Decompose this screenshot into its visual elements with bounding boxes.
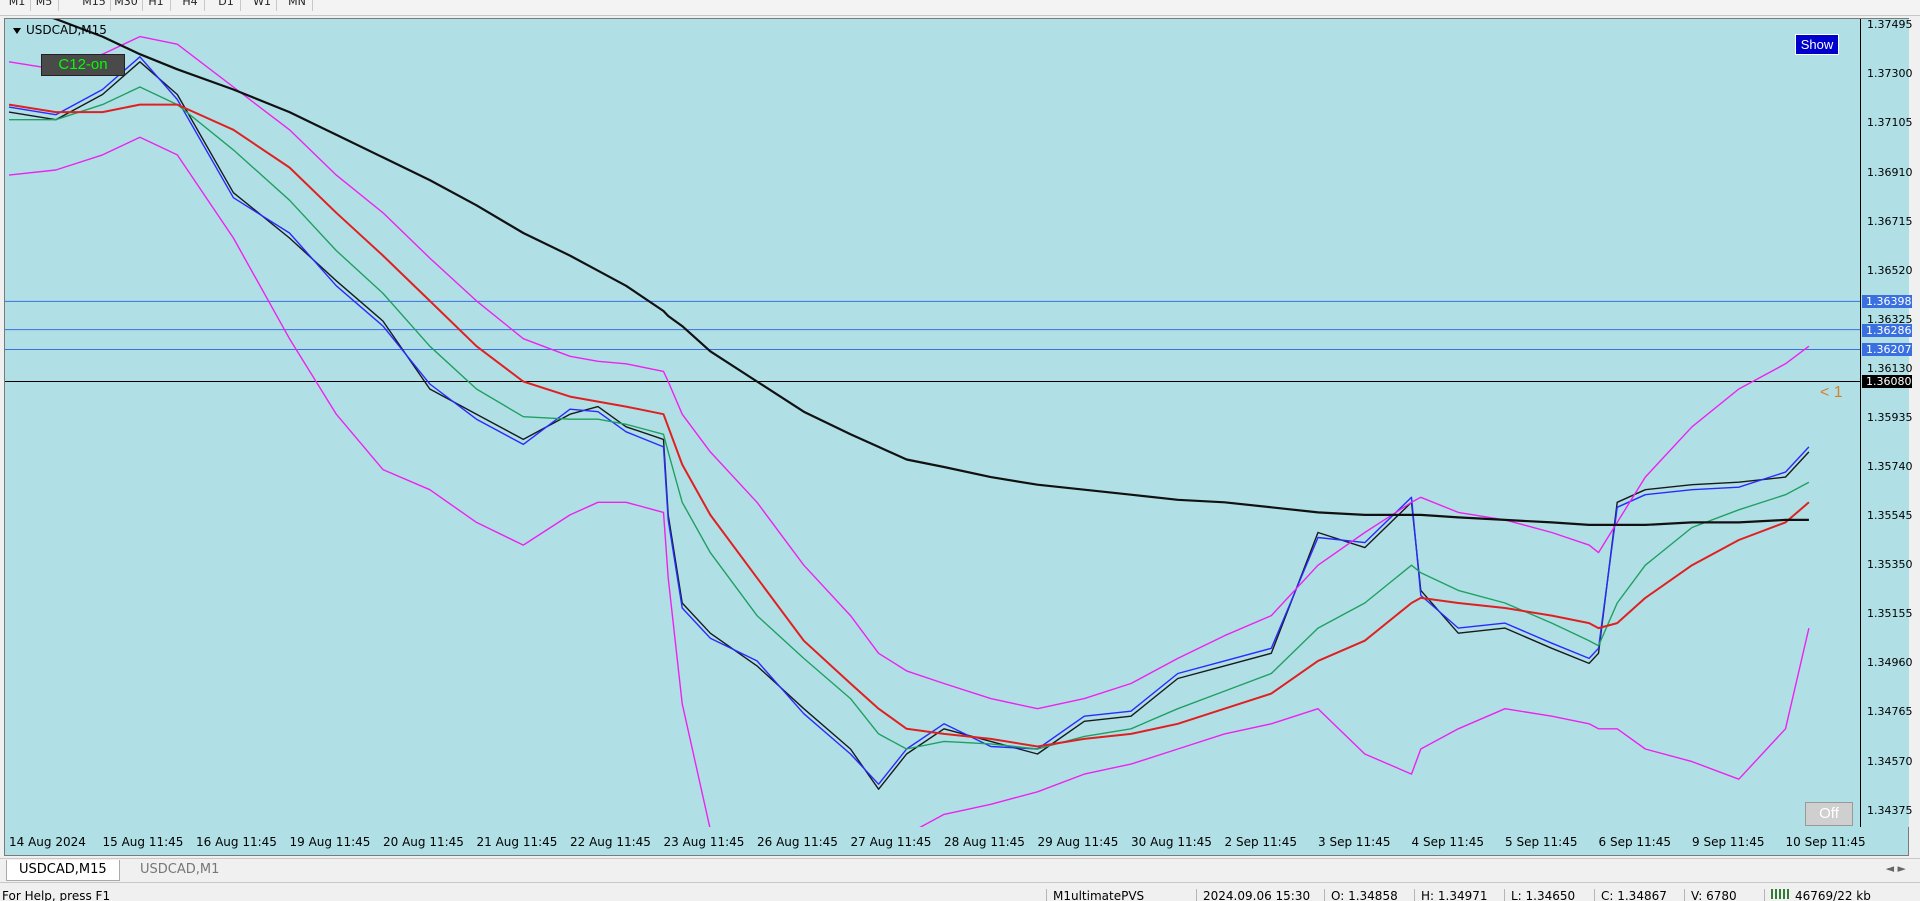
time-tick-label: 19 Aug 11:45: [289, 835, 371, 849]
timeframe-h4-button[interactable]: H4: [176, 0, 205, 11]
connection-bars-icon: [1771, 889, 1791, 899]
time-tick-label: 28 Aug 11:45: [944, 835, 1025, 849]
status-high: H: 1.34971: [1414, 889, 1488, 901]
time-tick-label: 4 Sep 11:45: [1411, 835, 1484, 849]
level-price-tag-1[interactable]: 1.36398: [1862, 295, 1912, 309]
price-tick-label: 1.35350: [1867, 558, 1913, 572]
timeframe-m15-button[interactable]: M15: [78, 0, 111, 11]
tab-scroll-arrows-icon[interactable]: ◄ ►: [1886, 862, 1906, 875]
timeframe-toolbar: M1 M5 M15 M30 H1 H4 D1 W1 MN: [0, 0, 1920, 16]
tab-usdcad-m15[interactable]: USDCAD,M15: [6, 860, 120, 881]
price-tick-label: 1.36520: [1867, 263, 1913, 277]
price-tick-label: 1.37495: [1867, 18, 1913, 32]
time-axis[interactable]: 14 Aug 2024 15 Aug 11:45 16 Aug 11:45 19 Au…: [5, 827, 1866, 855]
time-tick-label: 6 Sep 11:45: [1598, 835, 1671, 849]
status-profile: M1ultimatePVS: [1046, 889, 1144, 901]
dropdown-arrow-icon[interactable]: [13, 27, 21, 34]
price-tick-label: 1.37105: [1867, 116, 1913, 130]
tab-usdcad-m1[interactable]: USDCAD,M1: [128, 860, 231, 880]
status-open: O: 1.34858: [1324, 889, 1398, 901]
time-tick-label: 14 Aug 2024: [9, 835, 86, 849]
series-line-2: [8, 56, 1810, 785]
time-tick-label: 16 Aug 11:45: [196, 835, 277, 849]
time-tick-label: 27 Aug 11:45: [850, 835, 932, 849]
level-price-tag-3[interactable]: 1.36207: [1862, 343, 1912, 357]
c12-toggle-badge[interactable]: C12-on: [41, 54, 125, 76]
time-tick-label: 23 Aug 11:45: [663, 835, 745, 849]
time-tick-label: 22 Aug 11:45: [570, 835, 651, 849]
timeframe-m5-button[interactable]: M5: [30, 0, 59, 11]
price-chart[interactable]: [5, 19, 1860, 827]
status-connection[interactable]: 46769/22 kb: [1764, 889, 1871, 901]
series-line-5: [8, 35, 1810, 710]
time-tick-label: 2 Sep 11:45: [1224, 835, 1297, 849]
status-help-text: For Help, press F1: [2, 889, 111, 901]
series-line-3: [9, 86, 1810, 750]
price-tick-label: 1.35155: [1867, 607, 1913, 621]
timeframe-mn-button[interactable]: MN: [282, 0, 313, 11]
chart-symbol-title[interactable]: USDCAD,M15: [13, 23, 107, 37]
price-axis[interactable]: 1.37495 1.37300 1.37105 1.36910 1.36715 1.365…: [1860, 18, 1913, 827]
chart-tab-bar: USDCAD,M15 USDCAD,M1 ◄ ►: [0, 858, 1920, 881]
price-tick-label: 1.36130: [1867, 361, 1913, 375]
series-line-7: [52, 19, 1809, 526]
price-tick-label: 1.34960: [1867, 656, 1913, 670]
time-tick-label: 10 Sep 11:45: [1785, 835, 1866, 849]
price-tick-label: 1.37300: [1867, 67, 1913, 81]
time-tick-label: 9 Sep 11:45: [1692, 835, 1765, 849]
bar-timer-label: < 1: [1820, 384, 1843, 401]
time-tick-label: 3 Sep 11:45: [1318, 835, 1391, 849]
time-tick-label: 26 Aug 11:45: [757, 835, 838, 849]
time-tick-label: 21 Aug 11:45: [476, 835, 558, 849]
series-line-6: [8, 136, 1810, 827]
chart-window[interactable]: USDCAD,M15 C12-on Show Off < 1 1.37495 1.…: [4, 18, 1913, 856]
chart-symbol-label: USDCAD,M15: [26, 23, 107, 37]
status-datetime: 2024.09.06 15:30: [1196, 889, 1310, 901]
status-bar: For Help, press F1 M1ultimatePVS 2024.09…: [0, 882, 1920, 901]
timeframe-m30-button[interactable]: M30: [110, 0, 143, 11]
show-button[interactable]: Show: [1795, 34, 1839, 55]
time-tick-label: 30 Aug 11:45: [1131, 835, 1212, 849]
timeframe-w1-button[interactable]: W1: [248, 0, 277, 11]
timeframe-d1-button[interactable]: D1: [212, 0, 241, 11]
price-tick-label: 1.34570: [1867, 754, 1913, 768]
status-volume: V: 6780: [1684, 889, 1737, 901]
series-line-4: [8, 103, 1810, 748]
timeframe-h1-button[interactable]: H1: [142, 0, 171, 11]
status-close: C: 1.34867: [1594, 889, 1667, 901]
time-tick-label: 15 Aug 11:45: [102, 835, 184, 849]
timeframe-m1-button[interactable]: M1: [4, 0, 31, 11]
price-tick-label: 1.35935: [1867, 410, 1913, 424]
price-tick-label: 1.36910: [1867, 165, 1913, 179]
price-tick-label: 1.36715: [1867, 214, 1913, 228]
price-tick-label: 1.34765: [1867, 705, 1913, 719]
price-tick-label: 1.35545: [1867, 509, 1913, 523]
series-line-1: [8, 61, 1810, 790]
time-tick-label: 5 Sep 11:45: [1505, 835, 1578, 849]
time-tick-label: 29 Aug 11:45: [1037, 835, 1119, 849]
time-tick-label: 20 Aug 11:45: [383, 835, 464, 849]
status-low: L: 1.34650: [1504, 889, 1575, 901]
level-price-tag-2[interactable]: 1.36286: [1862, 323, 1912, 337]
price-tick-label: 1.34375: [1867, 803, 1913, 817]
off-button[interactable]: Off: [1805, 802, 1853, 826]
price-tick-label: 1.35740: [1867, 460, 1913, 474]
current-price-tag[interactable]: 1.36080: [1862, 375, 1912, 389]
status-connection-text: 46769/22 kb: [1795, 889, 1871, 901]
